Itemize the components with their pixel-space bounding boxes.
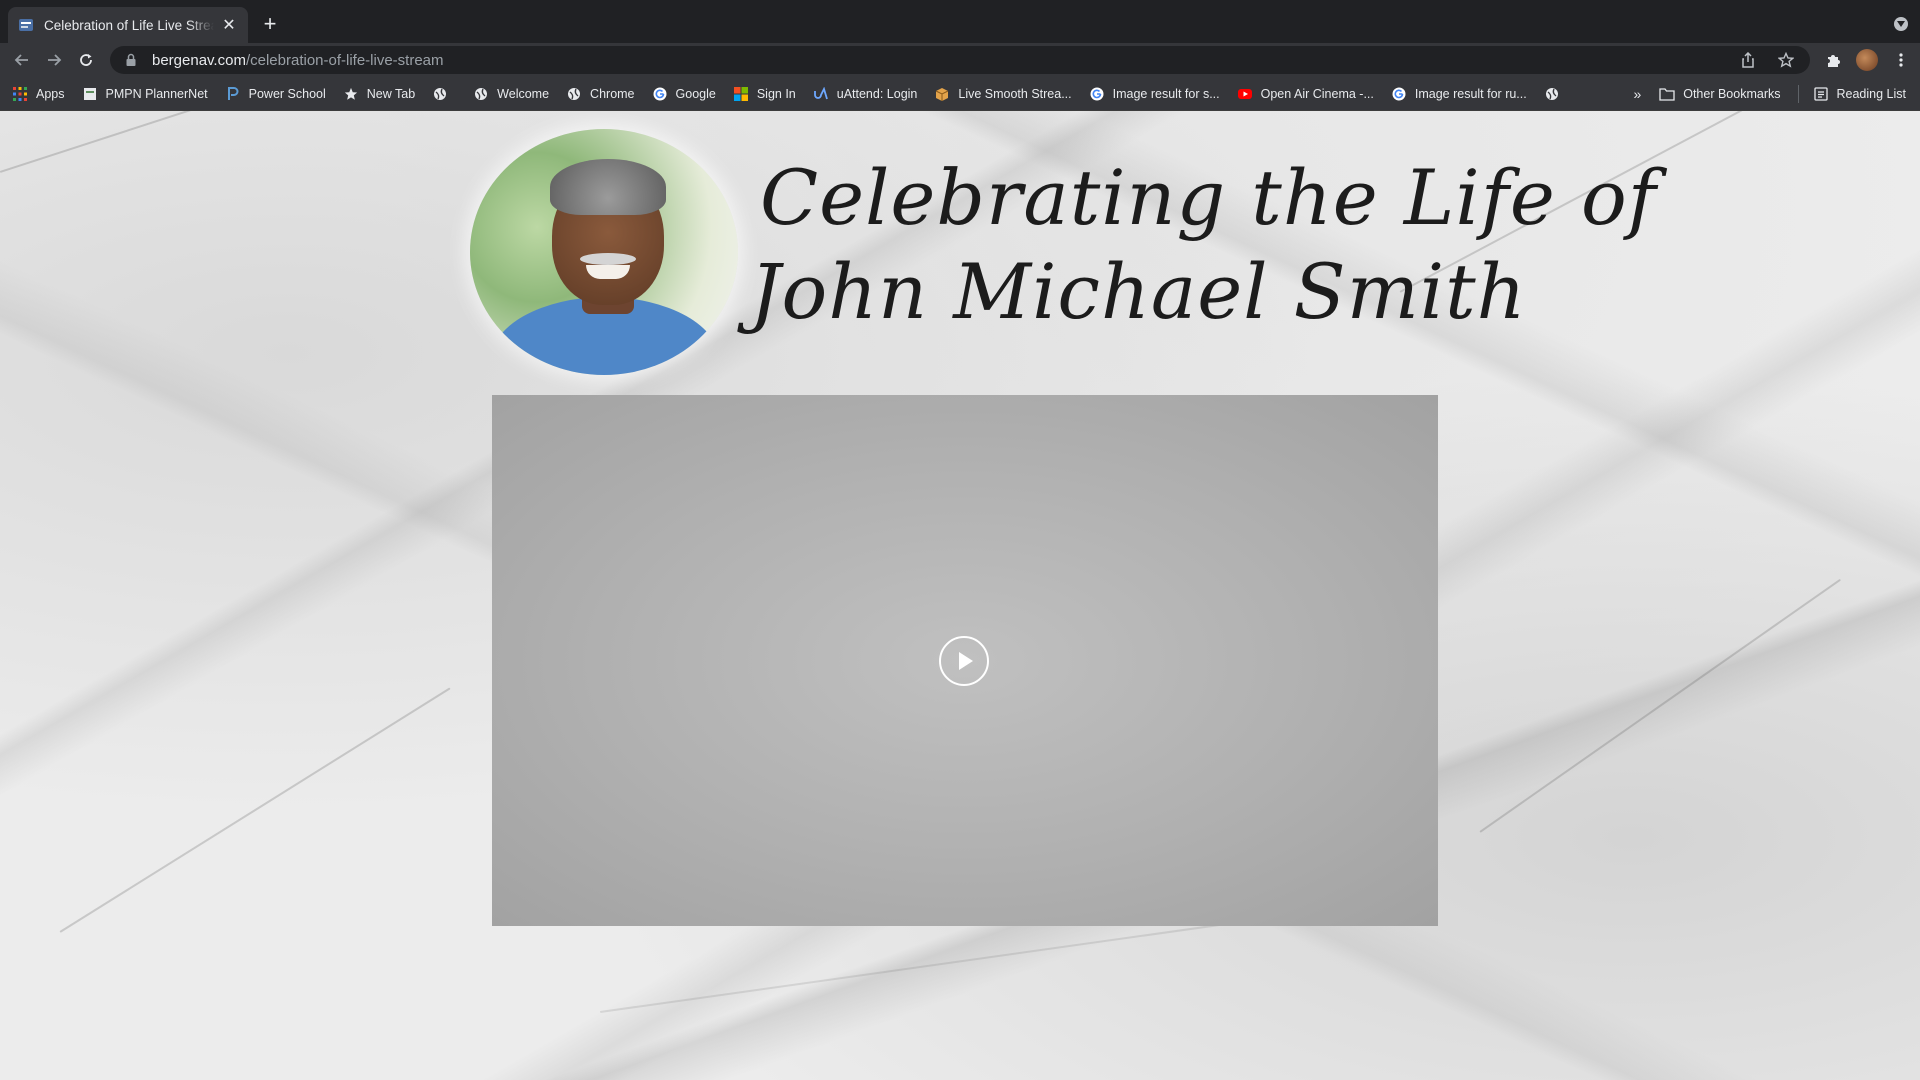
site-favicon-icon — [19, 19, 33, 31]
bookmark-welcome[interactable]: Welcome — [473, 86, 549, 102]
play-icon — [959, 652, 973, 670]
reading-list-icon — [1813, 86, 1829, 102]
bookmark-globe-2[interactable] — [1544, 86, 1568, 102]
youtube-icon — [1237, 86, 1253, 102]
bookmark-label: Other Bookmarks — [1683, 87, 1781, 101]
powerschool-icon — [225, 86, 241, 102]
page-icon — [82, 86, 98, 102]
marble-vein — [1479, 578, 1842, 833]
marble-background: Celebrating the Life of John Michael Smi… — [0, 111, 1920, 1080]
reload-icon[interactable] — [70, 45, 102, 75]
bookmark-chrome[interactable]: Chrome — [566, 86, 635, 102]
bookmark-new-tab[interactable]: New Tab — [343, 86, 415, 102]
tab-strip: Celebration of Life Live Stream ✕ + — [0, 0, 1920, 43]
extensions-icon[interactable] — [1822, 45, 1844, 75]
back-icon[interactable] — [6, 45, 38, 75]
google-icon — [1089, 86, 1105, 102]
bookmark-label: Image result for ru... — [1414, 86, 1527, 101]
marble-vein — [0, 111, 495, 173]
bookmark-label: Apps — [36, 86, 65, 101]
bookmark-google[interactable]: Google — [652, 86, 716, 102]
url-path: /celebration-of-life-live-stream — [245, 51, 444, 69]
bookmark-power-school[interactable]: Power School — [225, 86, 326, 102]
tab-close-icon[interactable]: ✕ — [220, 15, 238, 35]
play-button[interactable] — [939, 636, 989, 686]
bookmark-uattend[interactable]: uAttend: Login — [813, 86, 918, 102]
uattend-icon — [813, 86, 829, 102]
marble-vein — [599, 913, 1294, 1013]
new-tab-button[interactable]: + — [258, 12, 282, 36]
bookmarks-overflow-chevron-icon[interactable]: » — [1633, 86, 1641, 102]
star-icon — [343, 86, 359, 102]
portrait-photo — [470, 129, 738, 375]
bookmark-label: Reading List — [1836, 87, 1907, 101]
globe-icon — [1544, 86, 1560, 102]
bookmark-image-result-s[interactable]: Image result for s... — [1089, 86, 1220, 102]
bookmarks-divider — [1797, 85, 1799, 103]
tab-title: Celebration of Life Live Stream — [44, 17, 214, 33]
google-icon — [1391, 86, 1407, 102]
bookmark-open-air-cinema[interactable]: Open Air Cinema -... — [1237, 86, 1374, 102]
headline-line-1: Celebrating the Life of — [760, 153, 1657, 242]
bookmark-globe[interactable] — [432, 86, 456, 102]
menu-kebab-icon[interactable] — [1890, 45, 1912, 75]
microsoft-icon — [733, 86, 749, 102]
box-icon — [934, 86, 950, 102]
forward-icon[interactable] — [38, 45, 70, 75]
bookmarks-bar: Apps PMPN PlannerNet Power School New Ta… — [0, 77, 1920, 111]
bookmark-label: Power School — [248, 86, 326, 101]
bookmark-label: Live Smooth Strea... — [958, 86, 1072, 101]
bookmark-label: Chrome — [590, 86, 635, 101]
bookmark-other-bookmarks[interactable]: Other Bookmarks — [1659, 86, 1781, 102]
tab-search-icon[interactable] — [1894, 17, 1908, 31]
bookmark-sign-in[interactable]: Sign In — [733, 86, 796, 102]
bookmark-label: New Tab — [366, 86, 416, 101]
lock-icon[interactable] — [124, 53, 138, 67]
headline-line-2: John Michael Smith — [750, 247, 1527, 336]
active-tab[interactable]: Celebration of Life Live Stream ✕ — [8, 7, 248, 43]
bookmark-label: Image result for s... — [1112, 86, 1220, 101]
marble-vein — [59, 687, 451, 933]
folder-icon — [1659, 86, 1675, 102]
bookmark-star-icon[interactable] — [1776, 50, 1796, 70]
bookmark-label: PMPN PlannerNet — [105, 86, 208, 101]
bookmark-label: uAttend: Login — [836, 86, 918, 101]
google-icon — [652, 86, 668, 102]
apps-grid-icon — [12, 86, 28, 102]
globe-icon — [473, 86, 489, 102]
bookmark-pmpn-plannernet[interactable]: PMPN PlannerNet — [82, 86, 208, 102]
bookmark-image-result-ru[interactable]: Image result for ru... — [1391, 86, 1527, 102]
reading-list-button[interactable]: Reading List — [1813, 86, 1907, 102]
url-host: bergenav.com — [152, 51, 246, 69]
video-player[interactable] — [492, 395, 1438, 926]
browser-toolbar: bergenav.com/celebration-of-life-live-st… — [0, 43, 1920, 77]
bookmark-live-smooth-streaming[interactable]: Live Smooth Strea... — [934, 86, 1072, 102]
address-bar[interactable]: bergenav.com/celebration-of-life-live-st… — [110, 46, 1810, 74]
bookmark-label: Sign In — [756, 86, 796, 101]
bookmark-label: Open Air Cinema -... — [1260, 86, 1374, 101]
globe-icon — [566, 86, 582, 102]
page-title: Celebrating the Life of John Michael Smi… — [750, 151, 1657, 339]
bookmark-apps[interactable]: Apps — [12, 86, 65, 102]
share-icon[interactable] — [1738, 50, 1758, 70]
globe-icon — [432, 86, 448, 102]
bookmark-label: Welcome — [497, 86, 550, 101]
profile-avatar[interactable] — [1856, 45, 1878, 75]
bookmark-label: Google — [675, 86, 716, 101]
